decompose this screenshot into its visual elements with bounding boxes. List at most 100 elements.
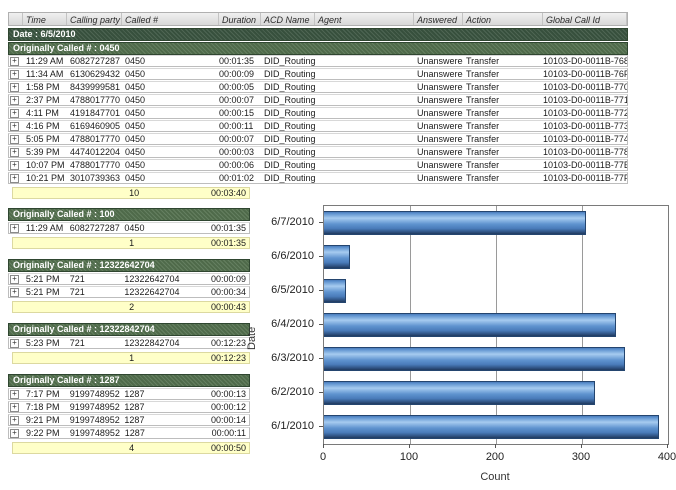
cell-action: Transfer	[463, 82, 543, 92]
expand-plus-icon[interactable]: +	[10, 429, 19, 438]
cell-calling-party: 6130629432	[67, 69, 122, 79]
cell-global-call-id: 10103-D0-0011B-768	[543, 56, 627, 66]
cell-time: 7:18 PM	[23, 402, 67, 412]
expand-cell: +	[9, 173, 23, 183]
expand-cell: +	[9, 274, 23, 284]
cell-time: 9:22 PM	[23, 428, 67, 438]
cell-duration: 00:00:06	[219, 160, 261, 170]
group-summary-row: 100:12:23	[12, 352, 250, 364]
cell-global-call-id: 10103-D0-0011B-773	[543, 121, 627, 131]
expand-cell: +	[9, 160, 23, 170]
cell-duration: 00:00:11	[219, 121, 261, 131]
x-tick-label: 300	[561, 451, 601, 463]
cell-acd-name: DID_Routing	[261, 69, 315, 79]
cell-called: 12322842704	[121, 338, 211, 348]
cell-called: 0450	[122, 134, 219, 144]
cell-duration: 00:01:35	[219, 56, 261, 66]
table-row: +10:07 PM4788017770045000:00:06DID_Routi…	[8, 159, 628, 171]
expand-plus-icon[interactable]: +	[10, 416, 19, 425]
cell-called: 1287	[121, 402, 211, 412]
y-tick-label: 6/2/2010	[250, 386, 314, 398]
cell-time: 10:21 PM	[23, 173, 67, 183]
cell-global-call-id: 10103-D0-0011B-76F	[543, 69, 627, 79]
cell-duration: 00:00:09	[211, 274, 249, 284]
date-group-header: Date : 6/5/2010	[8, 28, 628, 41]
summary-spacer	[13, 238, 117, 248]
expand-cell: +	[9, 415, 23, 425]
expand-plus-icon[interactable]: +	[10, 161, 19, 170]
cell-time: 5:39 PM	[23, 147, 67, 157]
cell-agent	[315, 69, 414, 79]
cell-action: Transfer	[463, 147, 543, 157]
summary-call-count: 2	[117, 302, 211, 312]
group-section: Originally Called # : 1287+7:17 PM919974…	[8, 374, 250, 454]
cell-time: 5:23 PM	[23, 338, 67, 348]
y-tick-mark	[319, 358, 323, 359]
x-tick-label: 200	[475, 451, 515, 463]
table-row: +4:16 PM6169460905045000:00:11DID_Routin…	[8, 120, 628, 132]
cell-called: 12322642704	[121, 287, 211, 297]
cell-calling-party: 6082727287	[67, 223, 122, 233]
expand-plus-icon[interactable]: +	[10, 275, 19, 284]
column-header-called: Called #	[122, 13, 219, 25]
expand-plus-icon[interactable]: +	[10, 135, 19, 144]
expand-cell: +	[9, 147, 23, 157]
originally-called-group-header: Originally Called # : 12322842704	[8, 323, 250, 336]
expand-plus-icon[interactable]: +	[10, 109, 19, 118]
column-header-expand	[9, 13, 23, 25]
cell-acd-name: DID_Routing	[261, 82, 315, 92]
cell-calling-party: 4788017770	[67, 160, 122, 170]
group-summary-row: 200:00:43	[12, 301, 250, 313]
expand-cell: +	[9, 108, 23, 118]
cell-time: 4:16 PM	[23, 121, 67, 131]
expand-plus-icon[interactable]: +	[10, 403, 19, 412]
column-header-answered: Answered	[414, 13, 463, 25]
lower-group-sections: Originally Called # : 100+11:29 AM608272…	[8, 208, 250, 464]
expand-cell: +	[9, 69, 23, 79]
cell-calling-party: 6169460905	[67, 121, 122, 131]
originally-called-group-header: Originally Called # : 100	[8, 208, 250, 221]
cell-called: 0450	[122, 121, 219, 131]
summary-total-duration: 00:12:23	[211, 353, 249, 363]
cell-time: 5:05 PM	[23, 134, 67, 144]
cell-global-call-id: 10103-D0-0011B-771	[543, 95, 627, 105]
expand-plus-icon[interactable]: +	[10, 70, 19, 79]
expand-plus-icon[interactable]: +	[10, 148, 19, 157]
y-tick-mark	[319, 290, 323, 291]
cell-acd-name: DID_Routing	[261, 121, 315, 131]
cell-action: Transfer	[463, 121, 543, 131]
cell-global-call-id: 10103-D0-0011B-77E	[543, 160, 627, 170]
summary-call-count: 1	[117, 238, 211, 248]
expand-plus-icon[interactable]: +	[10, 339, 19, 348]
expand-cell: +	[9, 402, 23, 412]
summary-call-count: 10	[117, 188, 211, 198]
expand-plus-icon[interactable]: +	[10, 174, 19, 183]
cell-calling-party: 8439999581	[67, 82, 122, 92]
expand-plus-icon[interactable]: +	[10, 224, 19, 233]
table-row: +11:34 AM6130629432045000:00:09DID_Routi…	[8, 68, 628, 80]
cell-action: Transfer	[463, 173, 543, 183]
cell-acd-name: DID_Routing	[261, 108, 315, 118]
cell-agent	[315, 121, 414, 131]
chart-bar	[324, 381, 595, 405]
cell-time: 2:37 PM	[23, 95, 67, 105]
cell-calling-party: 721	[67, 274, 122, 284]
cell-agent	[315, 108, 414, 118]
cell-agent	[315, 160, 414, 170]
column-header-agent: Agent	[315, 13, 414, 25]
expand-plus-icon[interactable]: +	[10, 57, 19, 66]
cell-duration: 00:00:07	[219, 95, 261, 105]
cell-called: 1287	[122, 428, 212, 438]
table-row: +5:21 PM7211232264270400:00:34	[8, 286, 250, 298]
expand-plus-icon[interactable]: +	[10, 288, 19, 297]
expand-plus-icon[interactable]: +	[10, 96, 19, 105]
expand-plus-icon[interactable]: +	[10, 122, 19, 131]
expand-plus-icon[interactable]: +	[10, 390, 19, 399]
column-header-action: Action	[463, 13, 543, 25]
column-header-calling-party: Calling party #	[67, 13, 122, 25]
cell-called: 0450	[121, 223, 211, 233]
cell-calling-party: 721	[67, 338, 122, 348]
expand-plus-icon[interactable]: +	[10, 83, 19, 92]
cell-duration: 00:00:13	[211, 389, 249, 399]
cell-calling-party: 9199748952	[67, 389, 122, 399]
